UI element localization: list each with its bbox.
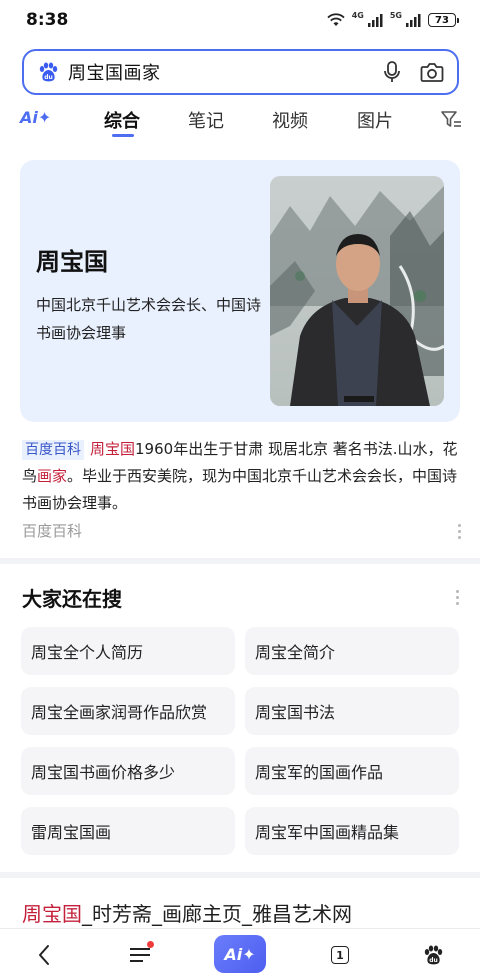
back-arrow-icon[interactable]	[26, 937, 62, 973]
battery-indicator: 73	[428, 13, 459, 27]
ai-assistant-button[interactable]: Ai✦	[214, 935, 266, 973]
ai-tab[interactable]: Ai✦	[20, 108, 51, 127]
knowledge-card[interactable]: 周宝国 中国北京千山艺术会会长、中国诗书画协会理事	[20, 160, 460, 422]
kg-description: 中国北京千山艺术会会长、中国诗书画协会理事	[36, 296, 262, 342]
section-divider	[0, 558, 480, 564]
source-row: 百度百科	[22, 520, 462, 544]
section-divider	[0, 872, 480, 878]
status-time: 8:38	[26, 10, 69, 30]
summary-name-highlight: 周宝国	[90, 440, 136, 458]
result-title-link[interactable]: 周宝国_时芳斋_画廊主页_雅昌艺术网	[22, 898, 352, 927]
summary-text-2: 。毕业于西安美院，现为中国北京千山艺术会会长，中国诗书画协会理事。	[22, 467, 458, 512]
svg-text:du: du	[429, 957, 438, 964]
related-search-item[interactable]: 雷周宝国画	[21, 807, 235, 855]
tab-videos[interactable]: 视频	[272, 107, 308, 133]
related-search-item[interactable]: 周宝军中国画精品集	[245, 807, 459, 855]
signal-icon	[367, 14, 383, 27]
active-tab-indicator	[112, 134, 134, 137]
related-search-item[interactable]: 周宝国书画价格多少	[21, 747, 235, 795]
camera-icon[interactable]	[419, 59, 445, 85]
baike-tag: 百度百科	[22, 440, 84, 460]
tabs-button[interactable]: 1	[322, 937, 358, 973]
baidu-paw-icon[interactable]: du	[415, 937, 451, 973]
wifi-icon	[327, 13, 345, 26]
tab-comprehensive[interactable]: 综合	[104, 107, 140, 133]
network-type-label-2: 5G	[389, 10, 402, 20]
status-icons: 4G 5G 73	[326, 10, 459, 27]
related-more-icon[interactable]	[456, 590, 460, 606]
result-title-text: _时芳斋_画廊主页_雅昌艺术网	[82, 902, 352, 926]
related-search-item[interactable]: 周宝全画家润哥作品欣赏	[21, 687, 235, 735]
status-bar: 8:38 4G 5G 73	[0, 0, 480, 40]
signal-icon-2	[406, 14, 421, 27]
source-label: 百度百科	[22, 522, 83, 540]
related-search-item[interactable]: 周宝全个人简历	[21, 627, 235, 675]
baike-summary[interactable]: 百度百科 周宝国1960年出生于甘肃 现居北京 著名书法.山水，花鸟画家。毕业于西…	[22, 436, 460, 517]
related-search-item[interactable]: 周宝全简介	[245, 627, 459, 675]
microphone-icon[interactable]	[379, 59, 405, 85]
battery-level: 73	[435, 14, 449, 26]
bottom-nav: Ai✦ 1 du	[0, 928, 480, 980]
summary-highlight-2: 画家	[37, 467, 68, 485]
related-searches-title: 大家还在搜	[22, 587, 122, 611]
menu-icon[interactable]	[122, 937, 158, 973]
related-search-item[interactable]: 周宝军的国画作品	[245, 747, 459, 795]
kg-title: 周宝国	[36, 248, 108, 276]
network-type-label: 4G	[351, 10, 364, 20]
portrait-photo[interactable]	[270, 176, 444, 406]
tab-notes[interactable]: 笔记	[188, 107, 224, 133]
tab-count: 1	[331, 946, 349, 964]
filter-icon[interactable]	[440, 110, 462, 130]
svg-text:du: du	[44, 74, 53, 81]
notification-dot	[147, 941, 154, 948]
result-title-highlight: 周宝国	[22, 902, 82, 926]
search-bar[interactable]: du 周宝国画家	[22, 49, 459, 95]
search-tabs: Ai✦ 综合 笔记 视频 图片	[0, 100, 480, 140]
tab-images[interactable]: 图片	[357, 107, 393, 133]
baidu-paw-icon: du	[36, 60, 60, 84]
more-options-icon[interactable]	[458, 524, 462, 540]
related-search-item[interactable]: 周宝国书法	[245, 687, 459, 735]
search-input[interactable]: 周宝国画家	[68, 59, 365, 85]
